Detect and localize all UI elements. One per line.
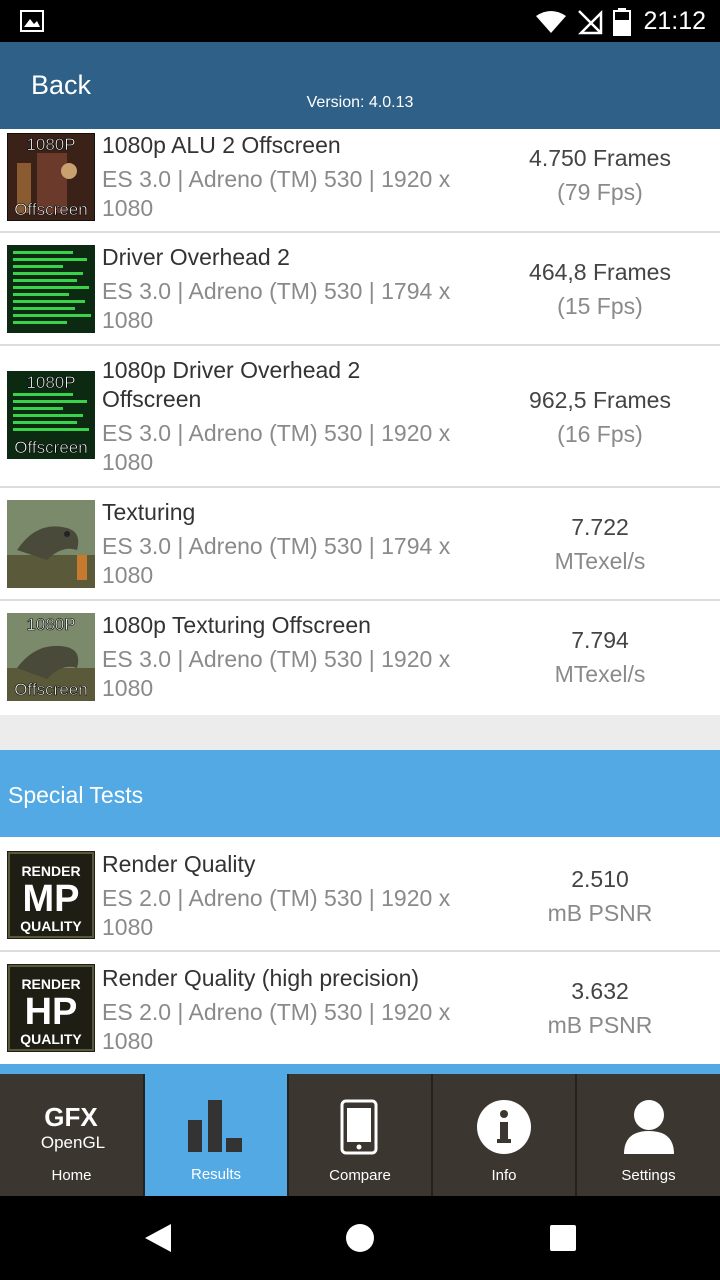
test-details: ES 2.0 | Adreno (TM) 530 | 1920 x (102, 885, 451, 911)
test-details: ES 3.0 | Adreno (TM) 530 | 1794 x (102, 278, 451, 304)
gfx-logo-icon: GFX OpenGL (41, 1102, 105, 1152)
test-score: 3.632 (571, 978, 629, 1004)
badge-top-text: RENDER (21, 976, 80, 992)
tab-info[interactable]: Info (433, 1074, 577, 1196)
result-row[interactable]: 1080P Offscreen 1080p ALU 2 Offscreen ES… (0, 129, 720, 233)
badge-mid-text: HP (25, 991, 78, 1033)
result-row[interactable]: RENDER HP QUALITY Render Quality (high p… (0, 952, 720, 1064)
gfx-logo-text: GFX (44, 1102, 98, 1132)
badge-bottom-text: QUALITY (20, 1031, 82, 1047)
test-score: 4.750 Frames (529, 145, 671, 171)
test-details-resolution: 1080 (102, 449, 154, 475)
test-thumbnail: 1080P Offscreen (7, 371, 95, 459)
test-details: ES 2.0 | Adreno (TM) 530 | 1920 x (102, 999, 451, 1025)
badge-top-text: RENDER (21, 863, 80, 879)
tab-label: Results (190, 1166, 242, 1183)
result-row[interactable]: Texturing ES 3.0 | Adreno (TM) 530 | 179… (0, 488, 720, 601)
section-spacer (0, 715, 720, 750)
result-row[interactable]: Driver Overhead 2 ES 3.0 | Adreno (TM) 5… (0, 233, 720, 346)
test-unit: mB PSNR (547, 1012, 653, 1038)
system-navigation-bar (0, 1196, 720, 1280)
test-thumbnail (7, 245, 95, 333)
tabbar-top-accent (0, 1064, 720, 1074)
test-score: 7.722 (571, 514, 629, 540)
opengl-logo-text: OpenGL (41, 1133, 105, 1152)
render-quality-hp-badge: RENDER HP QUALITY (7, 964, 95, 1052)
test-details-resolution: 1080 (102, 1028, 154, 1054)
recents-square-icon[interactable] (549, 1224, 577, 1252)
home-circle-icon[interactable] (345, 1223, 375, 1253)
user-icon (624, 1100, 674, 1154)
test-score: 2.510 (571, 866, 629, 892)
test-unit: (79 Fps) (557, 179, 643, 205)
test-title: 1080p Driver Overhead 2 (102, 357, 361, 383)
test-unit: MTexel/s (554, 661, 646, 687)
tab-compare[interactable]: Compare (289, 1074, 433, 1196)
bottom-tab-bar: GFX OpenGL Home Results Compare Info Set… (0, 1074, 720, 1196)
result-row[interactable]: 1080P Offscreen 1080p Driver Overhead 2 … (0, 346, 720, 488)
test-title: Texturing (102, 499, 196, 525)
test-details-resolution: 1080 (102, 307, 154, 333)
test-thumbnail (7, 500, 95, 588)
clock: 21:12 (643, 7, 706, 35)
render-quality-mp-badge: RENDER MP QUALITY (7, 851, 95, 939)
test-details: ES 3.0 | Adreno (TM) 530 | 1794 x (102, 533, 451, 559)
test-details-resolution: 1080 (102, 914, 154, 940)
tab-label: Home (51, 1167, 92, 1184)
no-signal-icon (577, 9, 603, 35)
tab-settings[interactable]: Settings (577, 1074, 720, 1196)
section-header-special-tests: Special Tests (0, 750, 720, 837)
badge-top-text: 1080P (26, 615, 75, 634)
tab-home[interactable]: GFX OpenGL Home (0, 1074, 145, 1196)
test-title: Driver Overhead 2 (102, 244, 290, 270)
test-details: ES 3.0 | Adreno (TM) 530 | 1920 x (102, 646, 451, 672)
result-row[interactable]: RENDER MP QUALITY Render Quality ES 2.0 … (0, 838, 720, 952)
section-title: Special Tests (8, 782, 144, 808)
tab-results[interactable]: Results (145, 1074, 289, 1196)
phone-icon (340, 1099, 378, 1155)
test-score: 7.794 (571, 627, 629, 653)
test-title-line2: Offscreen (102, 386, 202, 412)
status-bar: 21:12 (0, 0, 720, 42)
badge-bottom-text: Offscreen (14, 200, 87, 219)
info-icon (477, 1100, 531, 1154)
test-details: ES 3.0 | Adreno (TM) 530 | 1920 x (102, 166, 451, 192)
test-thumbnail: 1080P Offscreen (7, 133, 95, 221)
test-score: 464,8 Frames (529, 259, 671, 285)
test-details-resolution: 1080 (102, 675, 154, 701)
test-title: Render Quality (high precision) (102, 965, 420, 991)
test-title: 1080p ALU 2 Offscreen (102, 132, 341, 158)
badge-bottom-text: Offscreen (14, 680, 87, 699)
tab-label: Compare (329, 1167, 391, 1184)
wifi-icon (536, 11, 566, 33)
test-title: Render Quality (102, 851, 256, 877)
test-details: ES 3.0 | Adreno (TM) 530 | 1920 x (102, 420, 451, 446)
test-unit: MTexel/s (554, 548, 646, 574)
badge-bottom-text: Offscreen (14, 438, 87, 457)
tab-label: Info (491, 1167, 517, 1184)
test-title: 1080p Texturing Offscreen (102, 612, 371, 638)
version-label: Version: 4.0.13 (306, 94, 414, 111)
bar-chart-icon (188, 1100, 242, 1152)
test-details-resolution: 1080 (102, 562, 154, 588)
test-unit: (15 Fps) (557, 293, 643, 319)
battery-icon (613, 8, 631, 36)
result-row[interactable]: 1080P Offscreen 1080p Texturing Offscree… (0, 601, 720, 714)
app-header: Back Version: 4.0.13 (0, 42, 720, 129)
badge-top-text: 1080P (26, 373, 75, 392)
test-unit: mB PSNR (547, 900, 653, 926)
badge-bottom-text: QUALITY (20, 918, 82, 934)
back-triangle-icon[interactable] (143, 1222, 173, 1254)
test-thumbnail: 1080P Offscreen (7, 613, 95, 701)
test-unit: (16 Fps) (557, 421, 643, 447)
test-details-resolution: 1080 (102, 195, 154, 221)
gallery-notification-icon (20, 10, 44, 32)
tab-label: Settings (621, 1167, 676, 1184)
badge-top-text: 1080P (26, 135, 75, 154)
badge-mid-text: MP (23, 878, 80, 920)
test-score: 962,5 Frames (529, 387, 671, 413)
